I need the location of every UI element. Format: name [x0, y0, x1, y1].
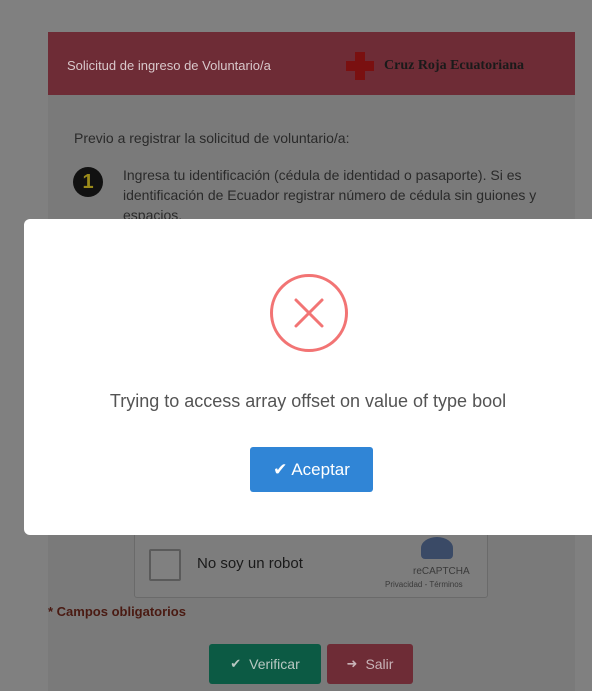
red-cross-icon [346, 52, 374, 80]
check-icon: ✔ [273, 459, 288, 479]
check-icon: ✔ [230, 656, 242, 671]
step-number-badge: 1 [73, 167, 103, 197]
recaptcha-checkbox[interactable] [149, 549, 181, 581]
sign-out-icon: ➜ [346, 656, 358, 671]
error-message: Trying to access array offset on value o… [109, 391, 507, 411]
exit-button-label: Salir [365, 656, 394, 672]
verify-button-label: Verificar [249, 656, 300, 672]
verify-button[interactable]: ✔ Verificar [209, 644, 321, 684]
exit-button[interactable]: ➜ Salir [327, 644, 413, 684]
step-text: Ingresa tu identificación (cédula de ide… [123, 167, 537, 223]
intro-text: Previo a registrar la solicitud de volun… [74, 130, 350, 146]
header-title: Solicitud de ingreso de Voluntario/a [67, 58, 271, 73]
recaptcha-name: reCAPTCHA [413, 566, 470, 577]
accept-button-label: Aceptar [291, 459, 350, 479]
brand: Cruz Roja Ecuatoriana [346, 52, 524, 80]
required-fields-note: * Campos obligatorios [48, 604, 186, 619]
recaptcha-logo-icon [421, 537, 453, 559]
error-x-icon [270, 274, 348, 352]
recaptcha-widget: No soy un robot reCAPTCHA Privacidad - T… [134, 530, 488, 598]
recaptcha-label: No soy un robot [197, 555, 303, 572]
error-dialog: Trying to access array offset on value o… [24, 219, 592, 535]
brand-name: Cruz Roja Ecuatoriana [384, 58, 524, 73]
accept-button[interactable]: ✔ Aceptar [250, 447, 373, 492]
recaptcha-links[interactable]: Privacidad - Términos [385, 580, 463, 589]
card-header: Solicitud de ingreso de Voluntario/a Cru… [48, 32, 575, 95]
